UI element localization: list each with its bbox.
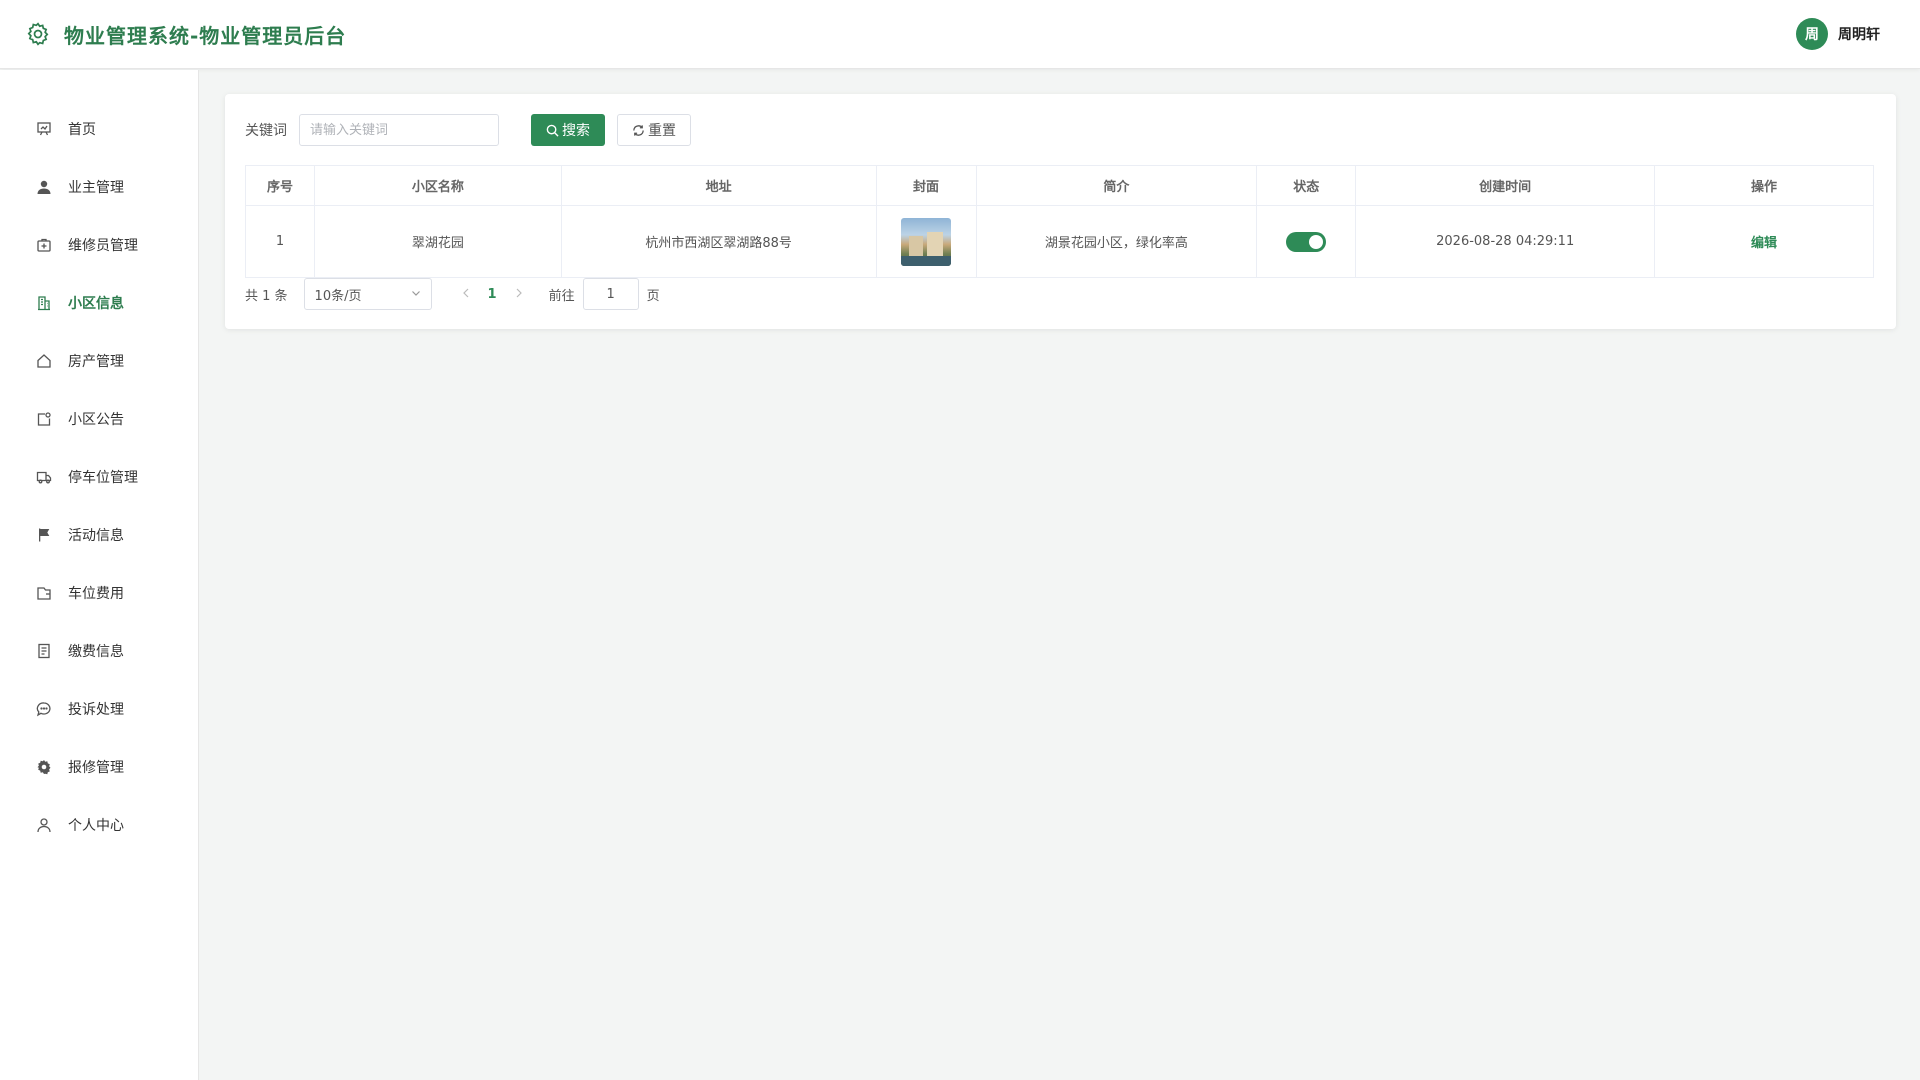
reset-button-label: 重置 <box>648 123 676 139</box>
van-icon <box>34 467 54 487</box>
status-cell <box>1256 205 1357 278</box>
sidebar-item-parking-fees[interactable]: 车位费用 <box>0 564 198 622</box>
chat-dot-icon <box>34 699 54 719</box>
sidebar-item-label: 车位费用 <box>68 586 124 602</box>
office-building-icon <box>34 293 54 313</box>
house-icon <box>34 351 54 371</box>
pagination: 共 1 条 10条/页 1 前往 页 <box>245 278 660 310</box>
app-title: 物业管理系统-物业管理员后台 <box>64 23 347 48</box>
sidebar-item-home[interactable]: 首页 <box>0 100 198 158</box>
sidebar-item-label: 小区公告 <box>68 412 124 428</box>
gear-filled-icon <box>34 757 54 777</box>
community-name: 翠湖花园 <box>313 205 562 278</box>
user-icon <box>34 815 54 835</box>
sidebar-item-label: 业主管理 <box>68 180 124 196</box>
chevron-left-icon <box>462 288 468 298</box>
first-aid-kit-icon <box>34 235 54 255</box>
row-index: 1 <box>245 205 315 278</box>
user-filled-icon <box>34 177 54 197</box>
goto-page-input[interactable] <box>582 278 639 310</box>
column-header: 状态 <box>1256 165 1357 206</box>
column-header: 小区名称 <box>313 165 562 206</box>
next-page-button[interactable] <box>509 286 529 302</box>
community-list-card: 关键词 搜索 重置 序号 小区名称 地址 封面 简介 <box>225 94 1896 329</box>
column-header: 封面 <box>875 165 977 206</box>
sidebar-item-payments[interactable]: 缴费信息 <box>0 622 198 680</box>
community-intro: 湖景花园小区，绿化率高 <box>975 205 1258 278</box>
chevron-right-icon <box>516 288 522 298</box>
page-size-value: 10条/页 <box>314 288 362 304</box>
sidebar-item-label: 投诉处理 <box>68 702 124 718</box>
keyword-input[interactable] <box>299 114 499 146</box>
notification-icon <box>34 409 54 429</box>
community-address: 杭州市西湖区翠湖路88号 <box>560 205 877 278</box>
sidebar-item-activities[interactable]: 活动信息 <box>0 506 198 564</box>
avatar[interactable]: 周 <box>1796 18 1828 50</box>
sidebar-item-owners[interactable]: 业主管理 <box>0 158 198 216</box>
sidebar-item-profile[interactable]: 个人中心 <box>0 796 198 854</box>
sidebar-item-property[interactable]: 房产管理 <box>0 332 198 390</box>
top-header: 物业管理系统-物业管理员后台 周 周明轩 <box>0 0 1920 69</box>
sidebar-item-repairmen[interactable]: 维修员管理 <box>0 216 198 274</box>
flag-icon <box>34 525 54 545</box>
reset-button[interactable]: 重置 <box>617 114 691 146</box>
prev-page-button[interactable] <box>456 286 476 302</box>
page-suffix: 页 <box>646 288 660 304</box>
column-header: 操作 <box>1654 165 1874 206</box>
wallet-icon <box>34 583 54 603</box>
sidebar-item-community-info[interactable]: 小区信息 <box>0 274 198 332</box>
sidebar: 首页 业主管理 维修员管理 小区信息 房产管理 小区公告 停车位管理 活动信息 … <box>0 70 199 1080</box>
goto-label: 前往 <box>548 288 575 304</box>
search-icon <box>546 124 559 137</box>
community-table: 序号 小区名称 地址 封面 简介 状态 创建时间 操作 1 翠湖花园 杭州市西湖… <box>245 165 1874 278</box>
refresh-icon <box>632 124 645 137</box>
sidebar-item-label: 缴费信息 <box>68 644 124 660</box>
search-button[interactable]: 搜索 <box>531 114 605 146</box>
column-header: 序号 <box>245 165 315 206</box>
sidebar-item-label: 报修管理 <box>68 760 124 776</box>
created-time: 2026-08-28 04:29:11 <box>1355 205 1656 278</box>
sidebar-item-label: 活动信息 <box>68 528 124 544</box>
search-button-label: 搜索 <box>562 123 590 139</box>
user-menu[interactable]: 周 周明轩 <box>1796 18 1880 50</box>
presentation-icon <box>34 119 54 139</box>
gear-icon <box>24 20 52 48</box>
sidebar-item-label: 房产管理 <box>68 354 124 370</box>
cover-cell <box>875 205 977 278</box>
sidebar-item-label: 停车位管理 <box>68 470 138 486</box>
table-header-row: 序号 小区名称 地址 封面 简介 状态 创建时间 操作 <box>245 165 1874 206</box>
search-bar: 关键词 搜索 重置 <box>245 114 691 146</box>
sidebar-item-label: 小区信息 <box>68 296 124 312</box>
column-header: 创建时间 <box>1355 165 1656 206</box>
sidebar-item-label: 个人中心 <box>68 818 124 834</box>
user-name[interactable]: 周明轩 <box>1838 24 1880 44</box>
table-row: 1 翠湖花园 杭州市西湖区翠湖路88号 湖景花园小区，绿化率高 2026-08-… <box>245 205 1874 278</box>
cover-image[interactable] <box>901 217 952 266</box>
keyword-label: 关键词 <box>245 123 287 139</box>
sidebar-item-complaints[interactable]: 投诉处理 <box>0 680 198 738</box>
document-icon <box>34 641 54 661</box>
status-toggle[interactable] <box>1286 231 1327 252</box>
sidebar-item-announcements[interactable]: 小区公告 <box>0 390 198 448</box>
sidebar-item-label: 维修员管理 <box>68 238 138 254</box>
column-header: 简介 <box>975 165 1258 206</box>
edit-link[interactable]: 编辑 <box>1751 236 1777 251</box>
column-header: 地址 <box>560 165 877 206</box>
sidebar-item-label: 首页 <box>68 122 96 138</box>
page-number-current[interactable]: 1 <box>488 287 497 302</box>
actions-cell: 编辑 <box>1654 205 1874 278</box>
total-count: 共 1 条 <box>245 288 288 304</box>
sidebar-item-parking[interactable]: 停车位管理 <box>0 448 198 506</box>
page-size-select[interactable]: 10条/页 <box>303 278 432 310</box>
sidebar-item-repairs[interactable]: 报修管理 <box>0 738 198 796</box>
chevron-down-icon <box>411 287 421 302</box>
